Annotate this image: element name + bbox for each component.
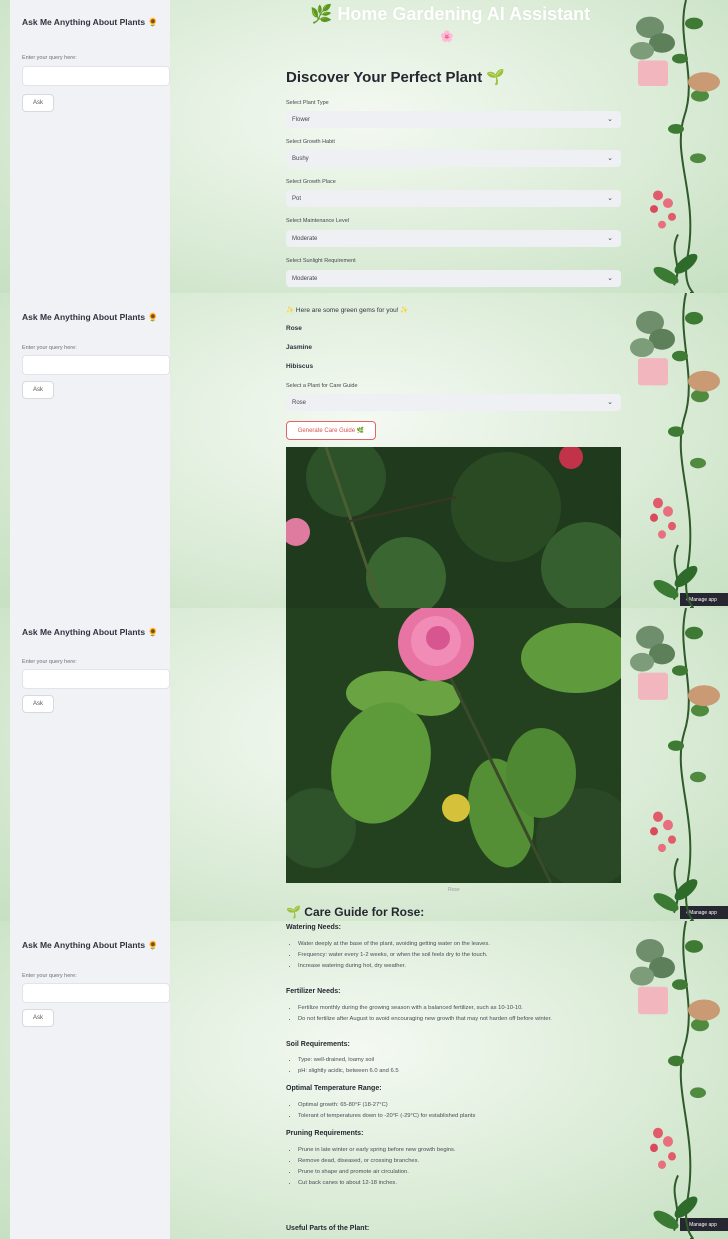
segment-photo: Ask Me Anything About Plants 🌻 Enter you… — [0, 608, 728, 921]
sidebar-title: Ask Me Anything About Plants 🌻 — [22, 627, 159, 637]
sunlight-label: Select Sunlight Requirement — [286, 258, 356, 264]
sidebar: Ask Me Anything About Plants 🌻 Enter you… — [10, 293, 170, 608]
query-label: Enter your query here: — [22, 659, 77, 665]
maintenance-select[interactable]: Moderate ⌄ — [286, 230, 621, 247]
maintenance-label: Select Maintenance Level — [286, 218, 349, 224]
ask-button[interactable]: Ask — [22, 94, 54, 112]
chevron-down-icon: ⌄ — [607, 195, 613, 202]
section-title-temperature: Optimal Temperature Range: — [286, 1085, 382, 1092]
discover-heading: Discover Your Perfect Plant 🌱 — [286, 69, 506, 86]
list-item: Tolerant of temperatures down to -20°F (… — [298, 1111, 638, 1122]
growth-place-select[interactable]: Pot ⌄ — [286, 190, 621, 207]
segment-discover: Ask Me Anything About Plants 🌻 Enter you… — [0, 0, 728, 293]
sidebar-title: Ask Me Anything About Plants 🌻 — [22, 17, 159, 27]
growth-habit-label: Select Growth Habit — [286, 139, 335, 145]
query-label: Enter your query here: — [22, 973, 77, 979]
maintenance-value: Moderate — [292, 235, 318, 242]
list-item: Type: well-drained, loamy soil — [298, 1055, 638, 1066]
plant-type-value: Flower — [292, 116, 311, 123]
sidebar-title: Ask Me Anything About Plants 🌻 — [22, 312, 159, 322]
sidebar: Ask Me Anything About Plants 🌻 Enter you… — [10, 0, 170, 293]
generate-care-guide-button[interactable]: Generate Care Guide 🌿 — [286, 421, 376, 440]
plant-type-select[interactable]: Flower ⌄ — [286, 111, 621, 128]
ask-button[interactable]: Ask — [22, 381, 54, 399]
flower-icon: 🌸 — [440, 31, 454, 43]
list-item: pH: slightly acidic, between 6.0 and 6.5 — [298, 1066, 638, 1077]
list-item: Remove dead, diseased, or crossing branc… — [298, 1156, 638, 1167]
sunlight-value: Moderate — [292, 275, 318, 282]
plant-result-3: Hibiscus — [286, 363, 314, 370]
plant-decoration — [628, 608, 722, 921]
list-item: Fertilize monthly during the growing sea… — [298, 1003, 638, 1014]
photo-caption: Rose — [448, 887, 460, 893]
plant-result-1: Rose — [286, 325, 302, 332]
sidebar: Ask Me Anything About Plants 🌻 Enter you… — [10, 608, 170, 921]
section-title-fertilizer: Fertilizer Needs: — [286, 988, 341, 995]
query-input[interactable] — [22, 983, 170, 1003]
chevron-down-icon: ⌄ — [607, 235, 613, 242]
chevron-down-icon: ⌄ — [607, 399, 613, 406]
plant-decoration — [628, 921, 722, 1239]
plant-decoration — [629, 0, 721, 293]
list-item: Frequency: water every 1-2 weeks, or whe… — [298, 950, 638, 961]
growth-habit-value: Bushy — [292, 155, 309, 162]
app-title: 🌿 Home Gardening AI Assistant — [310, 4, 591, 24]
list-item: Prune to shape and promote air circulati… — [298, 1167, 638, 1178]
rose-photo — [286, 447, 621, 608]
segment-care-guide: Ask Me Anything About Plants 🌻 Enter you… — [0, 921, 728, 1239]
results-banner: ✨ Here are some green gems for you! ✨ — [286, 307, 409, 314]
plant-result-2: Jasmine — [286, 344, 313, 351]
care-plant-select[interactable]: Rose ⌄ — [286, 394, 621, 411]
list-item: Optimal growth: 65-80°F (18-27°C) — [298, 1100, 638, 1111]
query-input[interactable] — [22, 355, 170, 375]
care-select-label: Select a Plant for Care Guide — [286, 383, 358, 389]
sidebar: Ask Me Anything About Plants 🌻 Enter you… — [10, 921, 170, 1239]
query-input[interactable] — [22, 66, 170, 86]
section-title-pruning: Pruning Requirements: — [286, 1130, 364, 1137]
query-label: Enter your query here: — [22, 55, 77, 61]
soil-list: Type: well-drained, loamy soil pH: sligh… — [286, 1055, 638, 1077]
chevron-down-icon: ⌄ — [607, 275, 613, 282]
section-title-watering: Watering Needs: — [286, 924, 341, 931]
rose-photo — [286, 608, 621, 883]
section-title-useful-parts: Useful Parts of the Plant: — [286, 1225, 370, 1232]
chevron-down-icon: ⌄ — [607, 155, 613, 162]
temperature-list: Optimal growth: 65-80°F (18-27°C) Tolera… — [286, 1100, 638, 1122]
list-item: Do not fertilize after August to avoid e… — [298, 1014, 638, 1025]
care-plant-value: Rose — [292, 399, 307, 406]
ask-button[interactable]: Ask — [22, 1009, 54, 1027]
list-item: Water deeply at the base of the plant, a… — [298, 939, 638, 950]
growth-place-value: Pot — [292, 195, 302, 202]
ask-button[interactable]: Ask — [22, 695, 54, 713]
section-title-soil: Soil Requirements: — [286, 1041, 350, 1048]
segment-results: Ask Me Anything About Plants 🌻 Enter you… — [0, 293, 728, 608]
plant-decoration — [628, 293, 722, 608]
plant-type-label: Select Plant Type — [286, 100, 329, 106]
query-label: Enter your query here: — [22, 345, 77, 351]
query-input[interactable] — [22, 669, 170, 689]
chevron-down-icon: ⌄ — [607, 116, 613, 123]
list-item: Prune in late winter or early spring bef… — [298, 1145, 638, 1156]
fertilizer-list: Fertilize monthly during the growing sea… — [286, 1003, 638, 1025]
pruning-list: Prune in late winter or early spring bef… — [286, 1145, 638, 1189]
sunlight-select[interactable]: Moderate ⌄ — [286, 270, 621, 287]
growth-place-label: Select Growth Place — [286, 179, 336, 185]
growth-habit-select[interactable]: Bushy ⌄ — [286, 150, 621, 167]
sidebar-title: Ask Me Anything About Plants 🌻 — [22, 940, 159, 950]
care-guide-heading: 🌱 Care Guide for Rose: — [286, 905, 425, 919]
watering-list: Water deeply at the base of the plant, a… — [286, 939, 638, 972]
list-item: Cut back canes to about 12-18 inches. — [298, 1178, 638, 1189]
list-item: Increase watering during hot, dry weathe… — [298, 961, 638, 972]
